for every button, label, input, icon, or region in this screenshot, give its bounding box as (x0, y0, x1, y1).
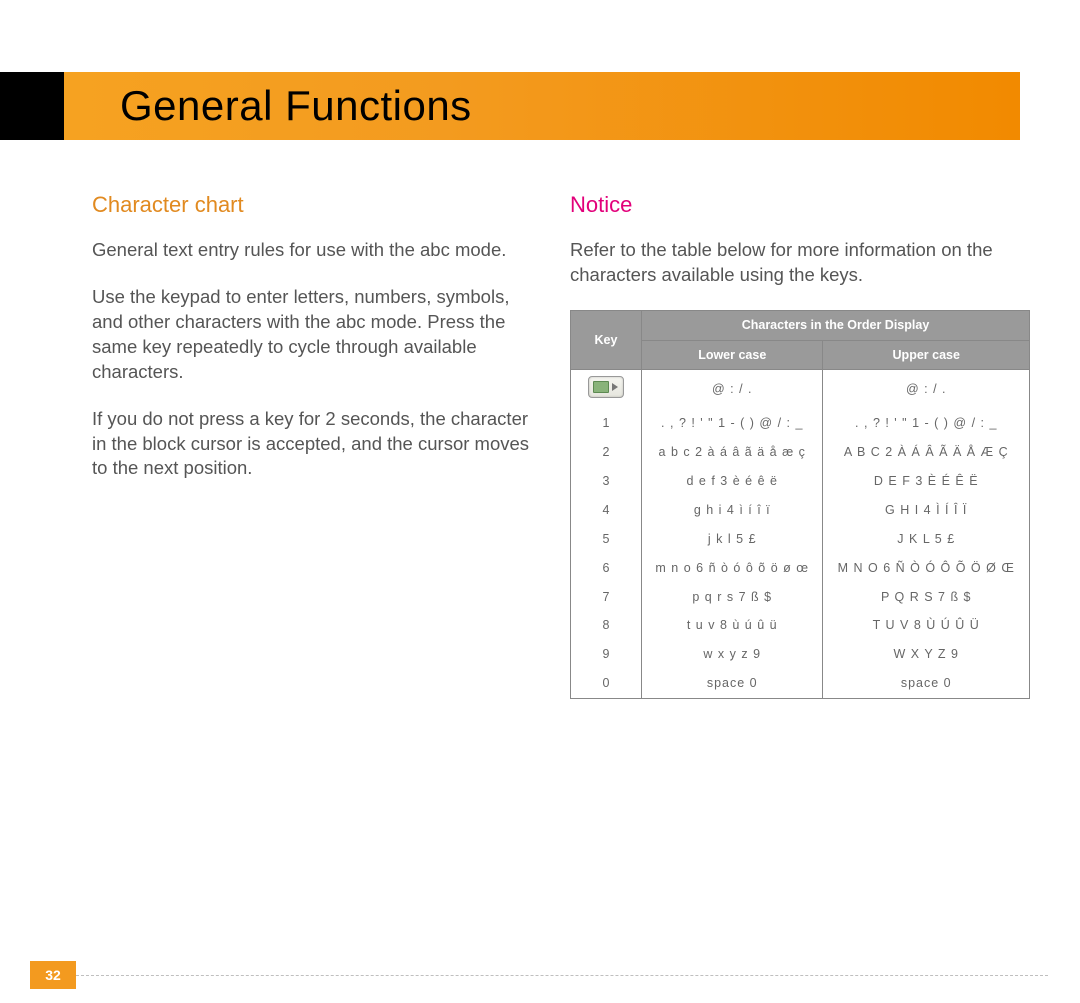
th-upper-case: Upper case (823, 340, 1030, 370)
cell-key: 9 (571, 640, 642, 669)
cell-key: 2 (571, 438, 642, 467)
section-heading-character-chart: Character chart (92, 190, 536, 220)
cell-lower: space 0 (642, 669, 823, 698)
cell-key: 5 (571, 525, 642, 554)
cell-upper: @ : / . (823, 370, 1030, 409)
cell-key: 3 (571, 467, 642, 496)
cell-lower: w x y z 9 (642, 640, 823, 669)
left-column: Character chart General text entry rules… (92, 190, 536, 699)
header-accent-dark (0, 72, 64, 140)
table-row: 3d e f 3 è é ê ëD E F 3 È É Ê Ë (571, 467, 1030, 496)
table-row: 0space 0space 0 (571, 669, 1030, 698)
cell-key: 7 (571, 583, 642, 612)
phone-key-icon (588, 376, 624, 398)
table-row: 8t u v 8 ù ú û üT U V 8 Ù Ú Û Ü (571, 611, 1030, 640)
th-lower-case: Lower case (642, 340, 823, 370)
notice-heading: Notice (570, 190, 1020, 220)
th-key: Key (571, 310, 642, 370)
cell-upper: A B C 2 À Á Â Ã Ä Å Æ Ç (823, 438, 1030, 467)
cell-upper: space 0 (823, 669, 1030, 698)
table-row: 6m n o 6 ñ ò ó ô õ ö ø œM N O 6 Ñ Ò Ó Ô … (571, 554, 1030, 583)
table-row: @ : / .@ : / . (571, 370, 1030, 409)
cell-lower: a b c 2 à á â ã ä å æ ç (642, 438, 823, 467)
cell-lower: . , ? ! ' " 1 - ( ) @ / : _ (642, 409, 823, 438)
cell-upper: G H I 4 Ì Í Î Ï (823, 496, 1030, 525)
table-row: 9w x y z 9W X Y Z 9 (571, 640, 1030, 669)
cell-key (571, 370, 642, 409)
cell-upper: P Q R S 7 ß $ (823, 583, 1030, 612)
page-number-badge: 32 (30, 961, 76, 989)
footer: 32 (0, 961, 1080, 1003)
paragraph: If you do not press a key for 2 seconds,… (92, 407, 536, 482)
table-row: 1. , ? ! ' " 1 - ( ) @ / : _. , ? ! ' " … (571, 409, 1030, 438)
character-table: Key Characters in the Order Display Lowe… (570, 310, 1030, 699)
notice-text: Refer to the table below for more inform… (570, 238, 1020, 288)
cell-key: 6 (571, 554, 642, 583)
cell-key: 8 (571, 611, 642, 640)
header-band: General Functions (0, 72, 1080, 140)
cell-upper: T U V 8 Ù Ú Û Ü (823, 611, 1030, 640)
cell-lower: g h i 4 ì í î ï (642, 496, 823, 525)
table-row: 5j k l 5 £J K L 5 £ (571, 525, 1030, 554)
cell-upper: J K L 5 £ (823, 525, 1030, 554)
cell-lower: @ : / . (642, 370, 823, 409)
cell-key: 1 (571, 409, 642, 438)
content-area: Character chart General text entry rules… (92, 190, 1020, 699)
table-row: 2a b c 2 à á â ã ä å æ çA B C 2 À Á Â Ã … (571, 438, 1030, 467)
footer-divider (76, 975, 1048, 976)
cell-lower: t u v 8 ù ú û ü (642, 611, 823, 640)
paragraph: General text entry rules for use with th… (92, 238, 536, 263)
cell-lower: d e f 3 è é ê ë (642, 467, 823, 496)
th-characters-order: Characters in the Order Display (642, 310, 1030, 340)
cell-upper: D E F 3 È É Ê Ë (823, 467, 1030, 496)
cell-lower: j k l 5 £ (642, 525, 823, 554)
cell-key: 0 (571, 669, 642, 698)
right-column: Notice Refer to the table below for more… (570, 190, 1020, 699)
cell-upper: . , ? ! ' " 1 - ( ) @ / : _ (823, 409, 1030, 438)
cell-key: 4 (571, 496, 642, 525)
cell-upper: M N O 6 Ñ Ò Ó Ô Õ Ö Ø Œ (823, 554, 1030, 583)
paragraph: Use the keypad to enter letters, numbers… (92, 285, 536, 385)
page-title: General Functions (120, 72, 472, 140)
cell-upper: W X Y Z 9 (823, 640, 1030, 669)
table-row: 7p q r s 7 ß $P Q R S 7 ß $ (571, 583, 1030, 612)
cell-lower: m n o 6 ñ ò ó ô õ ö ø œ (642, 554, 823, 583)
cell-lower: p q r s 7 ß $ (642, 583, 823, 612)
table-row: 4g h i 4 ì í î ïG H I 4 Ì Í Î Ï (571, 496, 1030, 525)
